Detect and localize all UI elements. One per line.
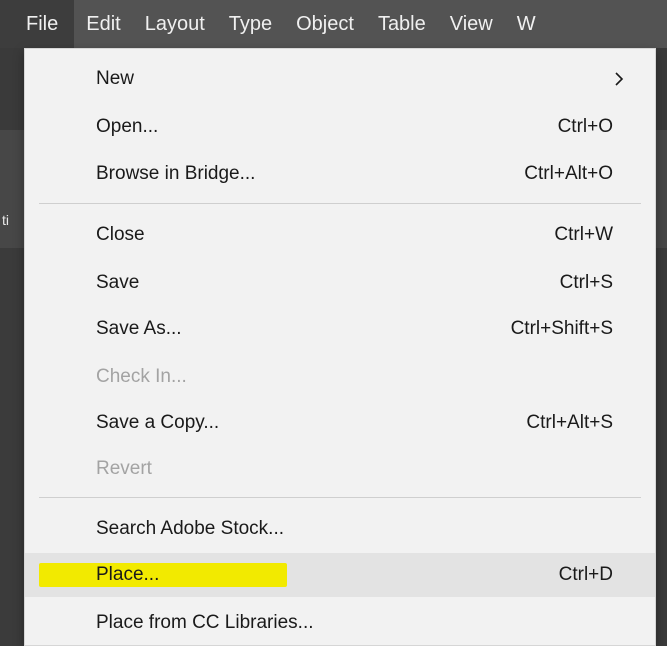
menu-layout[interactable]: Layout [133, 0, 217, 48]
menu-item-open[interactable]: Open... Ctrl+O [25, 107, 655, 147]
menu-item-place[interactable]: Place... Ctrl+D [25, 553, 655, 597]
menu-separator [39, 203, 641, 204]
menu-item-label: Browse in Bridge... [96, 163, 256, 184]
menu-item-label: Place from CC Libraries... [96, 612, 314, 633]
app-window: ti File Edit Layout Type Object Table Vi… [0, 0, 667, 646]
menu-item-save[interactable]: Save Ctrl+S [25, 263, 655, 303]
menu-item-revert: Revert [25, 449, 655, 489]
menu-view[interactable]: View [438, 0, 505, 48]
menu-item-label: Search Adobe Stock... [96, 518, 285, 539]
menu-item-shortcut: Ctrl+S [559, 272, 613, 293]
menu-item-save-a-copy[interactable]: Save a Copy... Ctrl+Alt+S [25, 403, 655, 443]
menu-item-place-from-cc-libraries[interactable]: Place from CC Libraries... [25, 603, 655, 643]
menu-item-shortcut: Ctrl+O [557, 116, 613, 137]
menu-item-label: Save As... [96, 318, 182, 339]
menu-item-shortcut: Ctrl+Shift+S [510, 318, 613, 339]
menu-item-new[interactable]: New [25, 59, 655, 99]
menu-item-label: Close [96, 224, 145, 245]
menu-separator [39, 497, 641, 498]
menu-type[interactable]: Type [217, 0, 284, 48]
menu-item-close[interactable]: Close Ctrl+W [25, 215, 655, 255]
menu-item-label: Save [96, 272, 140, 293]
file-menu-dropdown: New Open... Ctrl+O Browse in Bridge... C… [24, 48, 656, 646]
menu-item-check-in: Check In... [25, 357, 655, 397]
menu-item-label: Revert [96, 458, 152, 479]
menu-file[interactable]: File [0, 0, 75, 48]
menu-table[interactable]: Table [366, 0, 438, 48]
menu-object[interactable]: Object [284, 0, 366, 48]
menu-item-shortcut: Ctrl+D [558, 564, 613, 585]
menu-window[interactable]: W [505, 0, 548, 48]
chevron-right-icon [615, 72, 624, 86]
menu-item-shortcut: Ctrl+W [554, 224, 613, 245]
menu-edit[interactable]: Edit [74, 0, 132, 48]
menubar: File Edit Layout Type Object Table View … [0, 0, 667, 48]
menu-item-label: New [96, 68, 135, 89]
highlight-marker [39, 563, 287, 587]
background-label-fragment: ti [2, 212, 9, 228]
menu-item-label: Open... [96, 116, 159, 137]
menu-item-label: Place... [96, 564, 160, 585]
menu-item-label: Check In... [96, 366, 187, 387]
menu-item-label: Save a Copy... [96, 412, 220, 433]
menu-item-search-adobe-stock[interactable]: Search Adobe Stock... [25, 509, 655, 549]
menu-item-shortcut: Ctrl+Alt+S [526, 412, 613, 433]
menu-item-shortcut: Ctrl+Alt+O [524, 163, 613, 184]
menu-item-browse-in-bridge[interactable]: Browse in Bridge... Ctrl+Alt+O [25, 154, 655, 194]
menu-item-save-as[interactable]: Save As... Ctrl+Shift+S [25, 309, 655, 349]
